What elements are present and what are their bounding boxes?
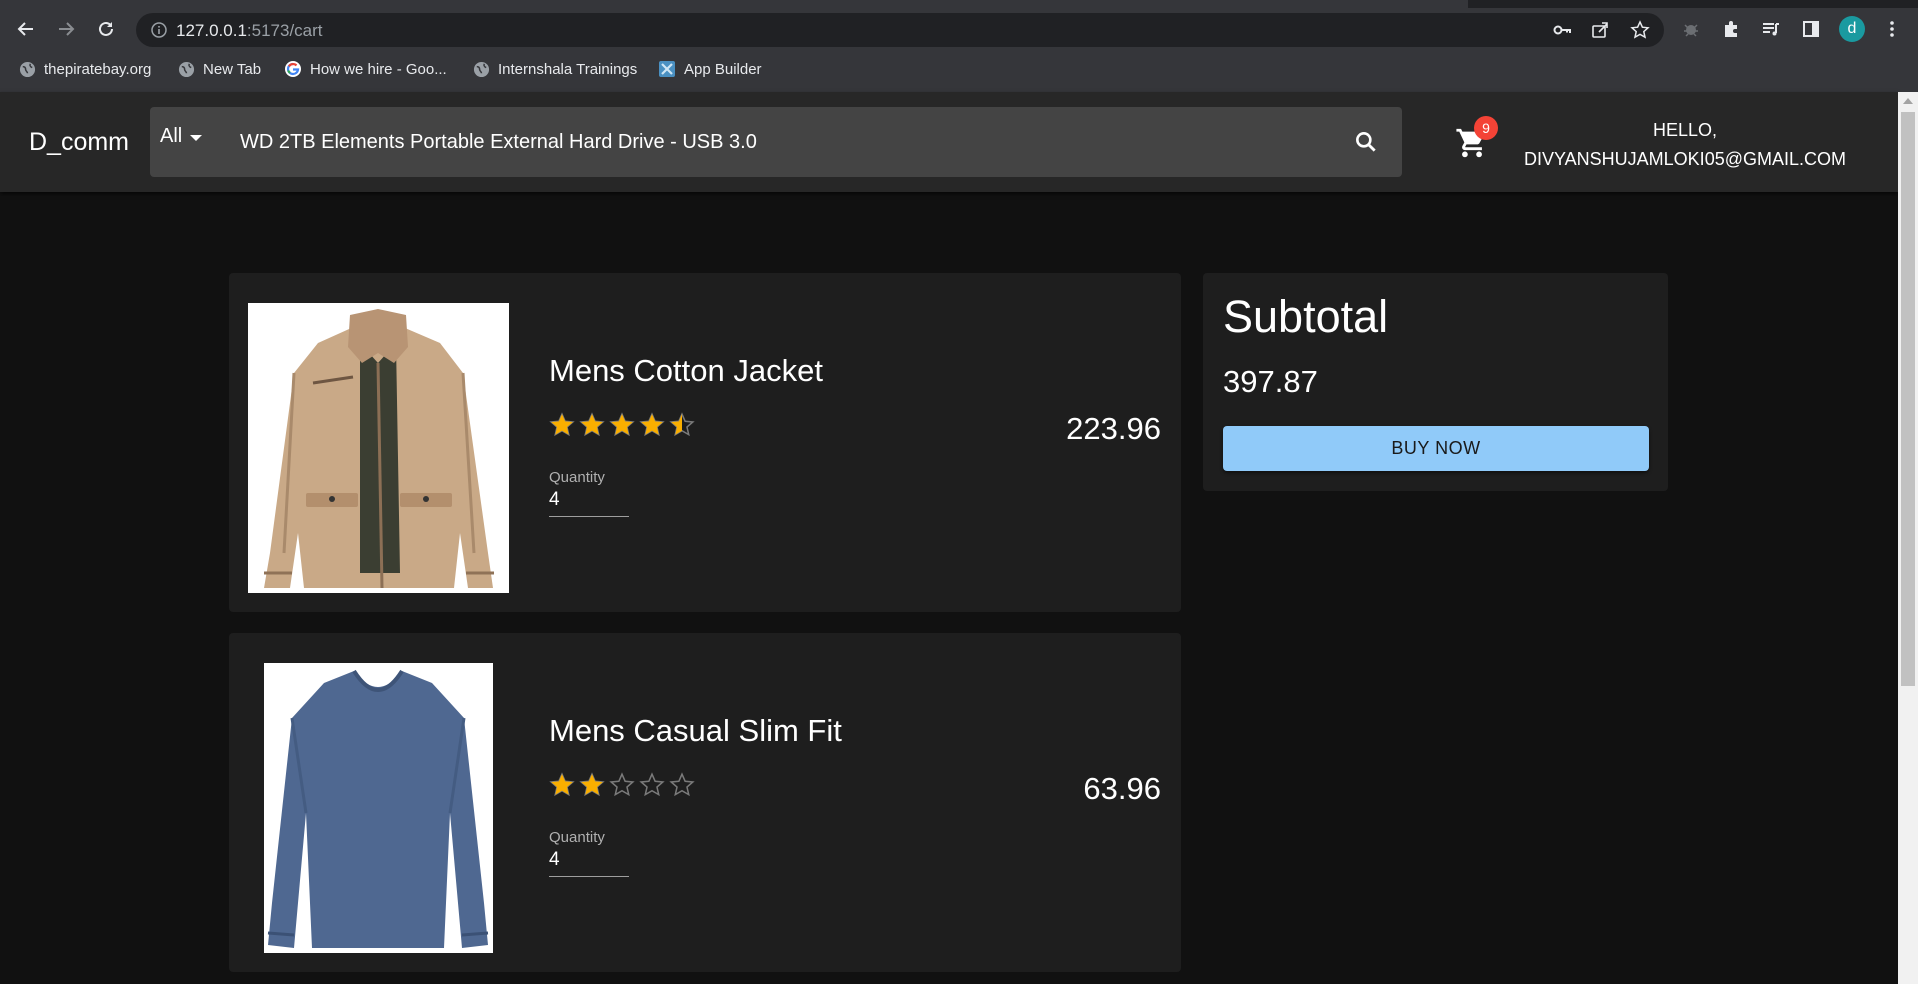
bookmark-label: App Builder bbox=[684, 60, 762, 78]
bookmark-app-builder[interactable]: App Builder bbox=[658, 58, 762, 80]
bookmark-label: How we hire - Goo... bbox=[310, 60, 447, 78]
bookmark-label: Internshala Trainings bbox=[498, 60, 638, 78]
scrollbar-thumb[interactable] bbox=[1901, 112, 1915, 686]
item-title[interactable]: Mens Casual Slim Fit bbox=[549, 713, 842, 749]
star-half-icon bbox=[669, 412, 695, 437]
product-image-shirt bbox=[264, 663, 493, 953]
browser-chrome: 127.0.0.1:5173/cart d thepiratebay.org N… bbox=[0, 0, 1918, 92]
back-button[interactable] bbox=[9, 12, 43, 46]
subtotal-amount: 397.87 bbox=[1223, 364, 1318, 399]
bookmark-new-tab[interactable]: New Tab bbox=[177, 58, 261, 80]
reload-icon bbox=[99, 21, 113, 36]
star-full-icon bbox=[639, 412, 665, 437]
forward-button[interactable] bbox=[49, 12, 83, 46]
star-full-icon bbox=[549, 412, 575, 437]
item-rating bbox=[549, 772, 695, 798]
quantity-field[interactable]: 4 bbox=[549, 487, 629, 517]
browser-menu-icon[interactable] bbox=[1875, 12, 1909, 46]
item-rating bbox=[549, 412, 695, 438]
caret-down-icon bbox=[190, 134, 203, 141]
product-image-jacket bbox=[248, 303, 509, 593]
bookmark-label: thepiratebay.org bbox=[44, 60, 152, 78]
bookmarks-bar: thepiratebay.org New Tab How we hire - G… bbox=[0, 56, 1918, 82]
category-value: All bbox=[160, 125, 183, 147]
quantity-label: Quantity bbox=[549, 469, 605, 486]
key-icon[interactable] bbox=[1552, 20, 1572, 40]
star-full-icon bbox=[549, 772, 575, 797]
profile-avatar[interactable]: d bbox=[1839, 16, 1865, 42]
star-empty-icon bbox=[609, 772, 635, 797]
quantity-value: 4 bbox=[549, 489, 560, 510]
star-full-icon bbox=[579, 412, 605, 437]
search-bar: All bbox=[150, 107, 1402, 177]
search-icon[interactable] bbox=[1353, 129, 1379, 155]
arrow-left-icon bbox=[17, 22, 33, 36]
address-bar[interactable]: 127.0.0.1:5173/cart bbox=[136, 13, 1664, 47]
side-panel-icon[interactable] bbox=[1794, 12, 1828, 46]
shirt-image bbox=[264, 663, 493, 953]
globe-icon bbox=[18, 60, 36, 78]
globe-icon bbox=[472, 60, 490, 78]
item-price: 63.96 bbox=[1083, 771, 1161, 806]
greeting-hello: HELLO, bbox=[1652, 120, 1718, 140]
bookmark-thepiratebay[interactable]: thepiratebay.org bbox=[18, 58, 151, 80]
quantity-field[interactable]: 4 bbox=[549, 847, 629, 877]
user-greeting[interactable]: HELLO, DIVYANSHUJAMLOKI05@GMAIL.COM bbox=[1510, 116, 1860, 174]
extensions-puzzle-icon[interactable] bbox=[1714, 12, 1748, 46]
url-host: 127.0.0.1 bbox=[176, 21, 247, 40]
item-title[interactable]: Mens Cotton Jacket bbox=[549, 353, 823, 389]
url-text: 127.0.0.1:5173/cart bbox=[176, 21, 323, 41]
quantity-label: Quantity bbox=[549, 829, 605, 846]
share-icon[interactable] bbox=[1590, 20, 1610, 40]
url-path: :5173/cart bbox=[246, 21, 323, 40]
category-select[interactable]: All bbox=[160, 125, 203, 148]
quantity-value: 4 bbox=[549, 849, 560, 870]
star-empty-icon bbox=[639, 772, 665, 797]
page: D_comm All 9 HELLO, DIVYANSHUJAMLOKI05@G… bbox=[0, 92, 1898, 984]
app-builder-icon bbox=[658, 60, 676, 78]
brand-logo[interactable]: D_comm bbox=[29, 128, 129, 157]
star-full-icon bbox=[579, 772, 605, 797]
media-playlist-icon[interactable] bbox=[1754, 12, 1788, 46]
app-header: D_comm All 9 HELLO, DIVYANSHUJAMLOKI05@G… bbox=[0, 92, 1898, 192]
jacket-image bbox=[248, 303, 509, 593]
tab-strip bbox=[0, 0, 1918, 8]
arrow-right-icon bbox=[59, 22, 75, 36]
site-info-icon[interactable] bbox=[150, 21, 168, 39]
scroll-up-arrow-icon[interactable] bbox=[1903, 98, 1913, 104]
cart-count-badge: 9 bbox=[1474, 116, 1498, 140]
active-tab[interactable] bbox=[0, 0, 1468, 8]
globe-icon bbox=[177, 60, 195, 78]
browser-toolbar: 127.0.0.1:5173/cart d bbox=[0, 8, 1918, 50]
cart-item: Mens Casual Slim Fit 63.96 Quantity 4 bbox=[229, 633, 1181, 972]
google-icon bbox=[284, 60, 302, 78]
bookmark-label: New Tab bbox=[203, 60, 262, 78]
search-input[interactable] bbox=[240, 122, 1300, 162]
bookmark-how-we-hire[interactable]: How we hire - Goo... bbox=[284, 58, 447, 80]
subtotal-card: Subtotal 397.87 BUY NOW bbox=[1203, 273, 1668, 491]
item-price: 223.96 bbox=[1066, 411, 1161, 446]
reload-button[interactable] bbox=[89, 12, 123, 46]
bookmark-internshala[interactable]: Internshala Trainings bbox=[472, 58, 637, 80]
extension-bug-icon[interactable] bbox=[1674, 12, 1708, 46]
bookmark-star-icon[interactable] bbox=[1630, 20, 1650, 40]
buy-now-button[interactable]: BUY NOW bbox=[1223, 426, 1649, 471]
subtotal-title: Subtotal bbox=[1223, 291, 1389, 342]
cart-item: Mens Cotton Jacket 223.96 Quantity 4 bbox=[229, 273, 1181, 612]
star-empty-icon bbox=[669, 772, 695, 797]
greeting-email: DIVYANSHUJAMLOKI05@GMAIL.COM bbox=[1523, 149, 1846, 169]
star-full-icon bbox=[609, 412, 635, 437]
page-scrollbar[interactable] bbox=[1898, 92, 1918, 984]
